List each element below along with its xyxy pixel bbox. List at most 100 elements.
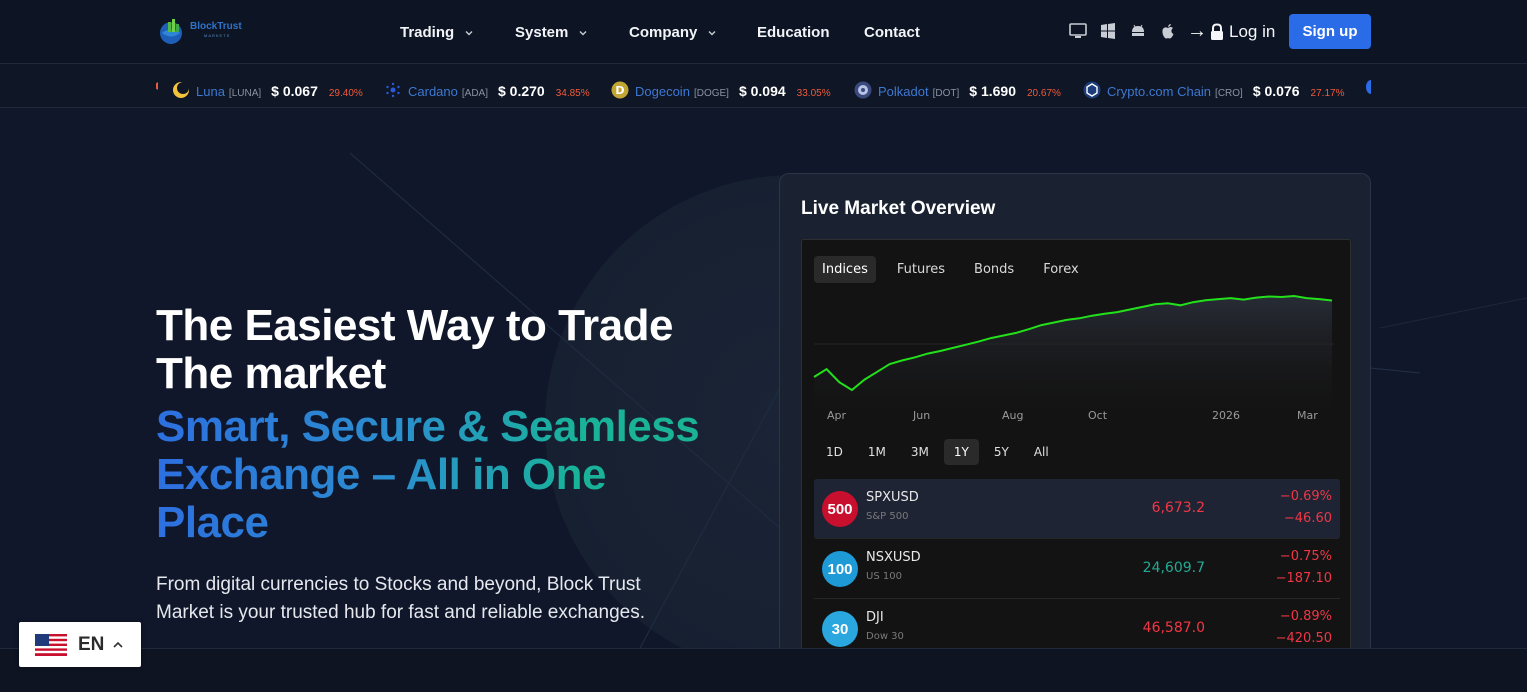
chevron-up-icon bbox=[113, 641, 123, 648]
tab-forex[interactable]: Forex bbox=[1035, 256, 1087, 283]
index-row-nsx[interactable]: 100 NSXUSD US 100 24,609.7 −0.75% −187.1… bbox=[814, 539, 1340, 599]
index-change-pct: −0.69% bbox=[1279, 489, 1332, 504]
index-change-pct: −0.89% bbox=[1279, 609, 1332, 624]
coin-name: Cardano bbox=[408, 84, 458, 99]
bottom-bar bbox=[0, 648, 1527, 692]
apple-icon[interactable] bbox=[1159, 22, 1177, 40]
coin-change: 20.67% bbox=[1026, 88, 1061, 99]
language-selector[interactable]: EN bbox=[19, 622, 141, 667]
tab-bonds[interactable]: Bonds bbox=[966, 256, 1022, 283]
hero-subtitle: Smart, Secure & Seamless Exchange – All … bbox=[156, 403, 756, 547]
nav-system[interactable]: System bbox=[515, 24, 588, 41]
android-icon[interactable] bbox=[1129, 22, 1147, 40]
range-1m[interactable]: 1M bbox=[858, 439, 896, 465]
sp500-badge-icon: 500 bbox=[822, 491, 858, 527]
range-selector: 1D 1M 3M 1Y 5Y All bbox=[816, 439, 1064, 465]
tab-indices[interactable]: Indices bbox=[814, 256, 876, 283]
tab-futures[interactable]: Futures bbox=[889, 256, 953, 283]
coin-change: 29.40% bbox=[328, 88, 363, 99]
nav-system-label: System bbox=[515, 24, 569, 41]
index-change-abs: −187.10 bbox=[1275, 571, 1332, 586]
nav-company[interactable]: Company bbox=[629, 24, 717, 41]
svg-text:D: D bbox=[615, 84, 624, 97]
nav-company-label: Company bbox=[629, 24, 698, 41]
x-tick-apr: Apr bbox=[827, 409, 847, 422]
coin-price: $ 0.067 bbox=[271, 83, 318, 99]
chart-area-fill bbox=[814, 296, 1332, 408]
index-name: Dow 30 bbox=[866, 631, 904, 642]
ticker-item-luna[interactable]: Luna [LUNA] $ 0.067 29.40% bbox=[172, 78, 363, 99]
nav-education-label: Education bbox=[757, 24, 830, 41]
nav-contact-label: Contact bbox=[864, 24, 920, 41]
x-tick-oct: Oct bbox=[1088, 409, 1108, 422]
hero-description: From digital currencies to Stocks and be… bbox=[156, 574, 645, 623]
coin-price: $ 1.690 bbox=[969, 83, 1016, 99]
lock-icon bbox=[1211, 22, 1223, 40]
brand-name: BlockTrust bbox=[190, 21, 242, 32]
ticker-item-dogecoin[interactable]: D Dogecoin [DOGE] $ 0.094 33.05% bbox=[611, 78, 831, 99]
ticker-prev-fragment bbox=[156, 82, 158, 90]
hero-title-line1: The Easiest Way to Trade bbox=[156, 301, 674, 350]
index-symbol: NSXUSD bbox=[866, 550, 921, 565]
coin-price: $ 0.270 bbox=[498, 83, 545, 99]
coin-symbol: [DOT] bbox=[932, 88, 960, 99]
hero-title-line2: The market bbox=[156, 349, 386, 398]
index-area-chart[interactable] bbox=[802, 290, 1351, 410]
hero-subtitle-line2: Exchange – All in One bbox=[156, 450, 606, 499]
brand-logo[interactable]: BlockTrust MARKETS bbox=[156, 16, 242, 46]
signup-button[interactable]: Sign up bbox=[1289, 14, 1371, 49]
coin-price: $ 0.094 bbox=[738, 83, 786, 99]
index-value: 24,609.7 bbox=[1142, 560, 1205, 576]
index-change-abs: −46.60 bbox=[1283, 511, 1332, 526]
globe-logo-icon bbox=[160, 19, 182, 44]
range-1d[interactable]: 1D bbox=[816, 439, 853, 465]
platform-downloads bbox=[1069, 22, 1177, 40]
dogecoin-coin-icon: D bbox=[611, 81, 629, 99]
index-row-spx[interactable]: 500 SPXUSD S&P 500 6,673.2 −0.69% −46.60 bbox=[814, 479, 1340, 539]
chevron-down-icon bbox=[579, 30, 587, 35]
nav-trading[interactable]: Trading bbox=[400, 24, 474, 41]
coin-name: Polkadot bbox=[878, 84, 929, 99]
nav-education[interactable]: Education bbox=[757, 24, 830, 41]
windows-icon[interactable] bbox=[1099, 22, 1117, 40]
chevron-down-icon bbox=[708, 30, 716, 35]
nav-trading-label: Trading bbox=[400, 24, 455, 41]
arrow-right-icon: → bbox=[1187, 20, 1207, 42]
x-tick-2026: 2026 bbox=[1212, 409, 1240, 422]
card-title: Live Market Overview bbox=[801, 198, 996, 219]
range-all[interactable]: All bbox=[1024, 439, 1059, 465]
coin-symbol: [CRO] bbox=[1215, 88, 1243, 99]
index-value: 6,673.2 bbox=[1151, 500, 1205, 516]
hero-subtitle-line1: Smart, Secure & Seamless bbox=[156, 402, 700, 451]
ticker-item-cardano[interactable]: Cardano [ADA] $ 0.270 34.85% bbox=[384, 78, 590, 99]
login-link[interactable]: → Log in bbox=[1187, 20, 1275, 43]
chevron-down-icon bbox=[465, 30, 473, 35]
crypto-ticker: Luna [LUNA] $ 0.067 29.40% Cardano [ADA]… bbox=[0, 64, 1527, 108]
index-list: 500 SPXUSD S&P 500 6,673.2 −0.69% −46.60… bbox=[814, 479, 1340, 658]
coin-symbol: [ADA] bbox=[461, 88, 488, 99]
cro-coin-icon bbox=[1083, 81, 1101, 99]
us-flag-icon bbox=[35, 633, 67, 656]
range-3m[interactable]: 3M bbox=[901, 439, 939, 465]
nav-contact[interactable]: Contact bbox=[864, 24, 920, 41]
x-tick-jun: Jun bbox=[913, 409, 931, 422]
coin-change: 27.17% bbox=[1310, 88, 1345, 99]
coin-change: 33.05% bbox=[796, 88, 831, 99]
luna-coin-icon bbox=[173, 82, 189, 98]
desktop-icon[interactable] bbox=[1069, 22, 1087, 40]
dow30-badge-icon: 30 bbox=[822, 611, 858, 647]
coin-name: Dogecoin bbox=[635, 84, 690, 99]
index-symbol: SPXUSD bbox=[866, 490, 919, 505]
coin-symbol: [LUNA] bbox=[228, 88, 262, 99]
index-symbol: DJI bbox=[866, 610, 884, 625]
ticker-item-polkadot[interactable]: Polkadot [DOT] $ 1.690 20.67% bbox=[854, 78, 1061, 99]
range-5y[interactable]: 5Y bbox=[984, 439, 1019, 465]
range-1y[interactable]: 1Y bbox=[943, 439, 979, 465]
ticker-item-cro[interactable]: Crypto.com Chain [CRO] $ 0.076 27.17% bbox=[1083, 78, 1344, 99]
index-change-abs: −420.50 bbox=[1275, 631, 1332, 646]
index-value: 46,587.0 bbox=[1142, 620, 1205, 636]
index-change-pct: −0.75% bbox=[1279, 549, 1332, 564]
language-code: EN bbox=[78, 633, 105, 655]
top-navbar: BlockTrust MARKETS Trading System Compan… bbox=[0, 0, 1527, 64]
coin-change: 34.85% bbox=[555, 88, 590, 99]
